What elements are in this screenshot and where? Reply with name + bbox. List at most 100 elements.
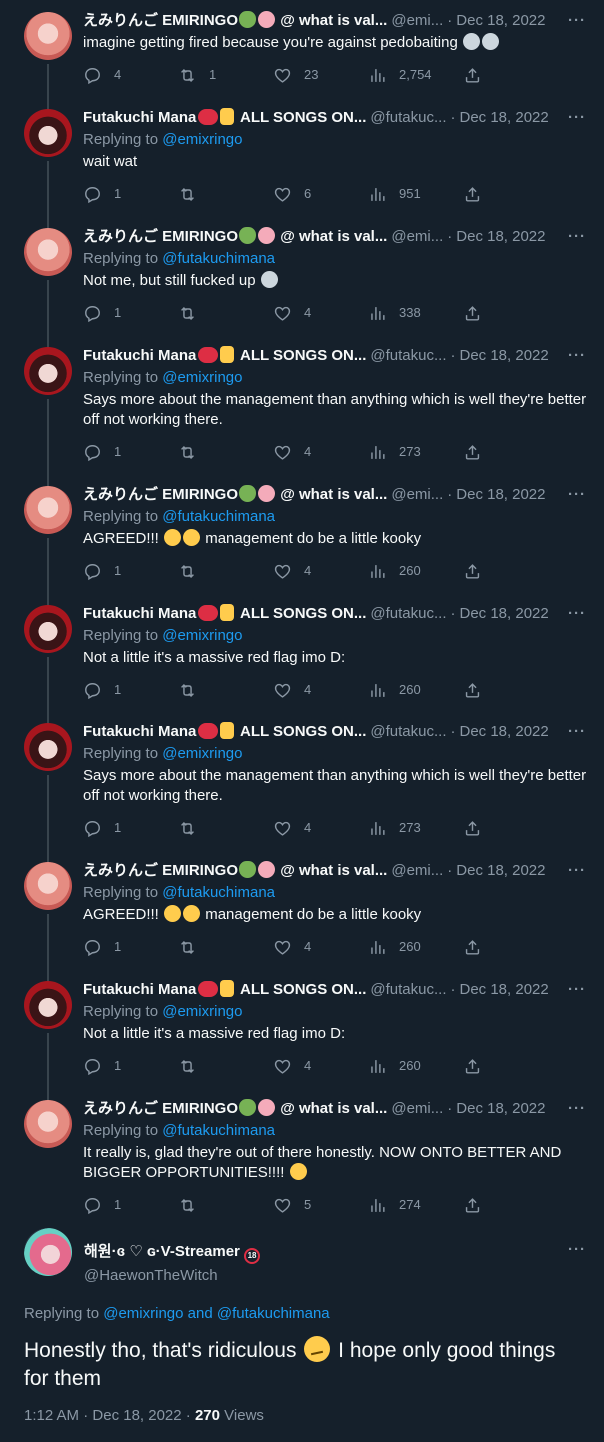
tweet[interactable]: Futakuchi Mana ALL SONGS ON... @futakuc..… xyxy=(0,711,604,868)
avatar[interactable] xyxy=(24,605,72,653)
tweet-date[interactable]: Dec 18, 2022 xyxy=(459,722,548,742)
reply-button[interactable]: 1 xyxy=(83,561,178,581)
views-button[interactable]: 273 xyxy=(368,818,463,838)
tweet[interactable]: Futakuchi Mana ALL SONGS ON... @futakuc..… xyxy=(0,593,604,730)
user-handle[interactable]: @emi... xyxy=(391,861,443,881)
views-count[interactable]: 270 xyxy=(195,1407,220,1424)
reply-button[interactable]: 1 xyxy=(83,1195,178,1215)
display-name[interactable]: Futakuchi Mana ALL SONGS ON... xyxy=(83,722,366,742)
retweet-button[interactable] xyxy=(178,561,273,581)
retweet-button[interactable] xyxy=(178,937,273,957)
share-button[interactable] xyxy=(463,303,493,323)
tweet-date[interactable]: Dec 18, 2022 xyxy=(456,11,545,31)
more-icon[interactable]: ··· xyxy=(568,11,586,31)
reply-button[interactable]: 1 xyxy=(83,184,178,204)
tweet[interactable]: Futakuchi Mana ALL SONGS ON... @futakuc..… xyxy=(0,969,604,1106)
retweet-button[interactable] xyxy=(178,442,273,462)
more-icon[interactable]: ··· xyxy=(568,227,586,247)
tweet[interactable]: えみりんご EMIRINGO @ what is val... @emi... · D… xyxy=(0,474,604,611)
like-button[interactable]: 4 xyxy=(273,937,368,957)
more-icon[interactable]: ··· xyxy=(568,1240,586,1260)
more-icon[interactable]: ··· xyxy=(568,861,586,881)
mention-link[interactable]: @futakuchimana xyxy=(217,1305,330,1322)
mention-link[interactable]: @futakuchimana xyxy=(162,250,275,267)
retweet-button[interactable] xyxy=(178,680,273,700)
like-button[interactable]: 4 xyxy=(273,818,368,838)
reply-button[interactable]: 4 xyxy=(83,65,178,85)
mention-link[interactable]: @emixringo xyxy=(162,369,242,386)
display-name[interactable]: えみりんご EMIRINGO @ what is val... xyxy=(83,1099,387,1119)
user-handle[interactable]: @futakuc... xyxy=(370,108,446,128)
tweet-date[interactable]: Dec 18, 2022 xyxy=(459,980,548,1000)
share-button[interactable] xyxy=(463,561,493,581)
retweet-button[interactable] xyxy=(178,1195,273,1215)
views-button[interactable]: 274 xyxy=(368,1195,463,1215)
retweet-button[interactable] xyxy=(178,818,273,838)
like-button[interactable]: 23 xyxy=(273,65,368,85)
views-button[interactable]: 260 xyxy=(368,937,463,957)
user-handle[interactable]: @emi... xyxy=(391,1099,443,1119)
display-name[interactable]: Futakuchi Mana ALL SONGS ON... xyxy=(83,108,366,128)
user-handle[interactable]: @futakuc... xyxy=(370,604,446,624)
retweet-button[interactable]: 1 xyxy=(178,65,273,85)
share-button[interactable] xyxy=(463,1056,493,1076)
avatar[interactable] xyxy=(24,1100,72,1148)
mention-link[interactable]: @futakuchimana xyxy=(162,508,275,525)
retweet-button[interactable] xyxy=(178,303,273,323)
like-button[interactable]: 4 xyxy=(273,1056,368,1076)
avatar[interactable] xyxy=(24,486,72,534)
tweet-date[interactable]: Dec 18, 2022 xyxy=(459,346,548,366)
tweet[interactable]: えみりんご EMIRINGO @ what is val... @emi... · D… xyxy=(0,216,604,353)
views-button[interactable]: 2,754 xyxy=(368,65,463,85)
avatar[interactable] xyxy=(24,1228,72,1276)
reply-button[interactable]: 1 xyxy=(83,818,178,838)
like-button[interactable]: 4 xyxy=(273,680,368,700)
tweet[interactable]: えみりんご EMIRINGO @ what is val... @emi... · D… xyxy=(0,0,604,115)
more-icon[interactable]: ··· xyxy=(568,346,586,366)
avatar[interactable] xyxy=(24,862,72,910)
display-name[interactable]: えみりんご EMIRINGO @ what is val... xyxy=(83,227,387,247)
reply-button[interactable]: 1 xyxy=(83,680,178,700)
more-icon[interactable]: ··· xyxy=(568,108,586,128)
retweet-button[interactable] xyxy=(178,1056,273,1076)
user-handle[interactable]: @futakuc... xyxy=(370,980,446,1000)
display-name[interactable]: Futakuchi Mana ALL SONGS ON... xyxy=(83,604,366,624)
display-name[interactable]: えみりんご EMIRINGO @ what is val... xyxy=(83,485,387,505)
mention-link[interactable]: @emixringo xyxy=(162,745,242,762)
more-icon[interactable]: ··· xyxy=(568,980,586,1000)
tweet[interactable]: えみりんご EMIRINGO @ what is val... @emi... · D… xyxy=(0,850,604,987)
views-button[interactable]: 260 xyxy=(368,680,463,700)
tweet-date[interactable]: Dec 18, 2022 xyxy=(456,1099,545,1119)
tweet-date[interactable]: Dec 18, 2022 xyxy=(459,604,548,624)
tweet-time[interactable]: 1:12 AM xyxy=(24,1407,79,1424)
reply-button[interactable]: 1 xyxy=(83,937,178,957)
avatar[interactable] xyxy=(24,723,72,771)
like-button[interactable]: 5 xyxy=(273,1195,368,1215)
share-button[interactable] xyxy=(463,818,493,838)
user-handle[interactable]: @emi... xyxy=(391,11,443,31)
user-handle[interactable]: @HaewonTheWitch xyxy=(84,1266,260,1286)
share-button[interactable] xyxy=(463,1195,493,1215)
mention-link[interactable]: @emixringo xyxy=(162,131,242,148)
share-button[interactable] xyxy=(463,680,493,700)
share-button[interactable] xyxy=(463,442,493,462)
tweet-date[interactable]: Dec 18, 2022 xyxy=(459,108,548,128)
avatar[interactable] xyxy=(24,228,72,276)
mention-link[interactable]: @emixringo xyxy=(162,1003,242,1020)
mention-link[interactable]: @futakuchimana xyxy=(162,1122,275,1139)
mention-link[interactable]: @emixringo xyxy=(103,1305,183,1322)
tweet-date[interactable]: Dec 18, 2022 xyxy=(456,227,545,247)
like-button[interactable]: 4 xyxy=(273,303,368,323)
tweet[interactable]: Futakuchi Mana ALL SONGS ON... @futakuc..… xyxy=(0,335,604,492)
like-button[interactable]: 4 xyxy=(273,561,368,581)
share-button[interactable] xyxy=(463,937,493,957)
share-button[interactable] xyxy=(463,184,493,204)
mention-link[interactable]: @futakuchimana xyxy=(162,884,275,901)
like-button[interactable]: 6 xyxy=(273,184,368,204)
display-name[interactable]: Futakuchi Mana ALL SONGS ON... xyxy=(83,346,366,366)
avatar[interactable] xyxy=(24,12,72,60)
tweet-date[interactable]: Dec 18, 2022 xyxy=(456,861,545,881)
display-name[interactable]: 해원·ɞ ♡ ɢ·V-Streamer 18 xyxy=(84,1242,261,1264)
more-icon[interactable]: ··· xyxy=(568,722,586,742)
user-handle[interactable]: @emi... xyxy=(391,227,443,247)
